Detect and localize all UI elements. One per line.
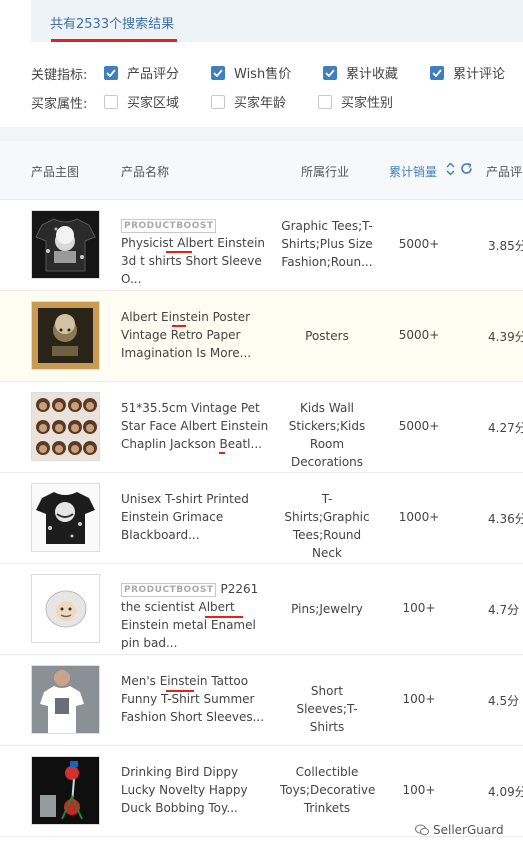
checkbox-checked-icon[interactable] (430, 65, 444, 80)
table-header: 产品主图 产品名称 所属行业 累计销量 产品评 (0, 141, 523, 200)
product-name[interactable]: PRODUCTBOOST P2261 the scientist Albert E… (121, 580, 269, 652)
indicator-option-reviews[interactable]: 累计评论 (430, 63, 505, 82)
drinking-bird-icon[interactable] (31, 756, 100, 825)
productboost-badge: PRODUCTBOOST (121, 583, 217, 597)
table-row[interactable]: Men's Einstein Tattoo Funny T-Shirt Summ… (0, 655, 523, 746)
product-name[interactable]: Men's Einstein Tattoo Funny T-Shirt Summ… (121, 672, 269, 726)
industry-text: Graphic Tees;T-Shirts;Plus Size Fashion;… (281, 219, 373, 269)
product-name[interactable]: 51*35.5cm Vintage Pet Star Face Albert E… (121, 399, 269, 453)
result-summary-bar: 共有2533个搜索结果 (31, 0, 523, 42)
red-underline-mark (219, 452, 225, 454)
sales-value: 5000+ (398, 328, 440, 342)
product-name[interactable]: Unisex T-shirt Printed Einstein Grimace … (121, 490, 269, 544)
section-divider (0, 127, 523, 141)
indicator-option-favorites[interactable]: 累计收藏 (323, 63, 398, 82)
sales-value: 100+ (402, 601, 436, 615)
red-underline-mark (166, 690, 194, 692)
industry-text: Short Sleeves;T-Shirts (296, 684, 358, 734)
checkbox-checked-icon[interactable] (104, 65, 118, 80)
table-row[interactable]: Unisex T-shirt Printed Einstein Grimace … (0, 473, 523, 578)
rating-value: 4.27分 (488, 421, 523, 435)
sales-value: 5000+ (398, 419, 440, 433)
industry-text: Kids Wall Stickers;Kids Room Decorations (288, 401, 366, 469)
buyer-option-region[interactable]: 买家区域 (104, 92, 179, 111)
product-name[interactable]: Drinking Bird Dippy Lucky Novelty Happy … (121, 763, 269, 817)
buyer-filter-label: 买家属性: (31, 96, 88, 112)
sales-value: 1000+ (398, 510, 440, 524)
sales-value: 5000+ (398, 237, 440, 251)
rating-value: 3.85分 (488, 239, 523, 253)
sticker-grid-icon[interactable] (31, 392, 100, 461)
rating-value: 4.5分 (488, 694, 520, 708)
result-count-text: 共有2533个搜索结果 (50, 17, 175, 32)
table-row[interactable]: 51*35.5cm Vintage Pet Star Face Albert E… (0, 382, 523, 473)
sales-value: 100+ (402, 692, 436, 706)
product-name[interactable]: Albert Einstein Poster Vintage Retro Pap… (121, 308, 269, 362)
checkbox-checked-icon[interactable] (211, 65, 225, 80)
col-header-rating: 产品评 (486, 165, 523, 179)
indicator-option-rating[interactable]: 产品评分 (104, 63, 179, 82)
red-underline-mark (172, 325, 186, 327)
col-header-image: 产品主图 (31, 165, 80, 179)
sort-controls[interactable] (446, 162, 473, 176)
pin-icon[interactable] (31, 574, 100, 643)
industry-text: Posters (305, 329, 349, 343)
indicator-filter-label: 关键指标: (31, 67, 88, 83)
industry-text: Pins;Jewelry (291, 602, 363, 616)
rating-value: 4.09分 (488, 785, 523, 799)
table-row[interactable]: PRODUCTBOOST P2261 the scientist Albert E… (0, 564, 523, 655)
checkbox-checked-icon[interactable] (323, 65, 337, 80)
red-underline-mark (205, 616, 243, 618)
productboost-badge: PRODUCTBOOST (121, 219, 217, 233)
industry-text: Collectible Toys;Decorative Trinkets (280, 765, 376, 815)
red-underline-mark (51, 39, 177, 42)
checkbox-empty-icon[interactable] (104, 94, 118, 109)
red-underline-mark (166, 251, 192, 253)
sort-arrows-icon[interactable] (446, 162, 455, 176)
col-header-industry: 所属行业 (301, 165, 350, 179)
tshirt-icon[interactable] (31, 483, 100, 552)
rating-value: 4.36分 (488, 512, 523, 526)
col-header-name: 产品名称 (121, 165, 170, 179)
refresh-icon[interactable] (460, 162, 473, 175)
watermark: SellerGuard (415, 823, 504, 837)
buyer-option-age[interactable]: 买家年龄 (211, 92, 286, 111)
rating-value: 4.39分 (488, 330, 523, 344)
table-row[interactable]: Albert Einstein Poster Vintage Retro Pap… (0, 291, 523, 382)
product-name[interactable]: PRODUCTBOOSTPhysicist Albert Einstein 3d… (121, 216, 269, 288)
indicator-option-price[interactable]: Wish售价 (211, 63, 291, 82)
wechat-icon (415, 824, 429, 836)
poster-icon[interactable] (31, 301, 100, 370)
sales-value: 100+ (402, 783, 436, 797)
checkbox-empty-icon[interactable] (211, 94, 225, 109)
tshirt-icon[interactable] (31, 210, 100, 279)
buyer-option-gender[interactable]: 买家性别 (318, 92, 393, 111)
rating-value: 4.7分 (488, 603, 520, 617)
white-tshirt-icon[interactable] (31, 665, 100, 734)
watermark-text: SellerGuard (433, 823, 504, 837)
col-header-sales[interactable]: 累计销量 (389, 163, 437, 180)
table-row[interactable]: PRODUCTBOOSTPhysicist Albert Einstein 3d… (0, 200, 523, 291)
checkbox-empty-icon[interactable] (318, 94, 332, 109)
